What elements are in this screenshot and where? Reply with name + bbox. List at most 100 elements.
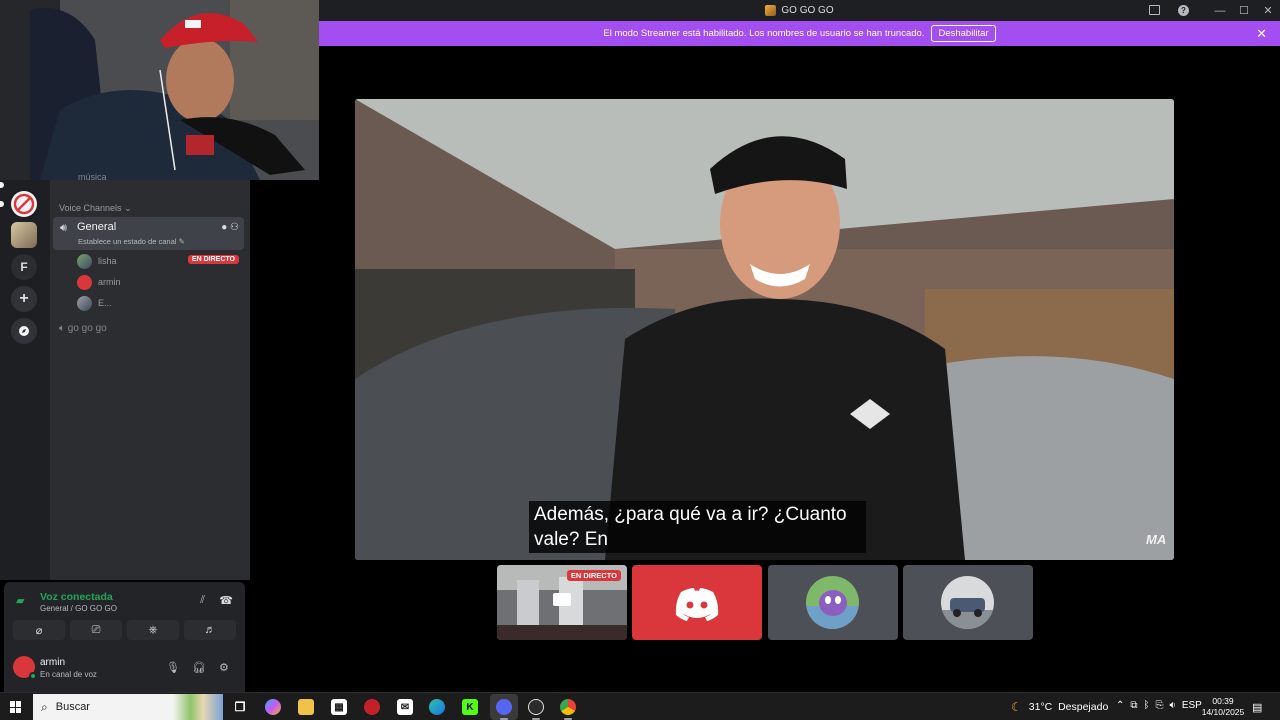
subtitle-caption: Además, ¿para qué va a ir? ¿Cuanto vale?… — [529, 501, 866, 553]
user-status: En canal de voz — [40, 670, 97, 679]
live-badge: EN DIRECTO — [566, 570, 621, 581]
blocked-icon — [13, 193, 35, 215]
banner-text: El modo Streamer está habilitado. Los no… — [603, 28, 925, 39]
help-icon[interactable]: ? — [1178, 5, 1189, 16]
disable-streamer-mode-button[interactable]: Deshabilitar — [931, 25, 996, 42]
system-tray: ⌃ ⧉ ᛒ ⎘ 🔉︎ ESP — [1116, 700, 1202, 711]
language-indicator[interactable]: ESP — [1182, 700, 1202, 711]
signal-icon[interactable]: ▰ — [16, 594, 24, 607]
stream-video-frame — [355, 99, 1174, 560]
noise-suppression-icon[interactable]: ⫽ — [200, 594, 205, 607]
network-icon[interactable]: ⎘ — [1156, 700, 1164, 711]
server-icon-image[interactable] — [11, 222, 37, 248]
security-app-icon[interactable] — [364, 699, 380, 715]
weather-temp: 31°C — [1028, 701, 1053, 713]
member-name: E... — [98, 298, 112, 308]
voice-channel-path[interactable]: General / GO GO GO — [40, 604, 117, 613]
voice-member[interactable]: armin — [77, 274, 243, 290]
discord-app-screen: GO GO GO ? — ☐ ✕ El modo Streamer está h… — [0, 0, 1280, 720]
voice-connection-panel: ▰ Voz conectada General / GO GO GO ⫽ ☎ ⌀… — [4, 582, 245, 646]
headphones-icon[interactable]: 🎧︎ — [192, 661, 206, 674]
participant-tile-armin[interactable] — [632, 565, 762, 640]
avatar — [806, 576, 859, 629]
share-screen-button[interactable]: ⎚ — [70, 620, 122, 640]
close-icon[interactable]: ✕ — [1256, 26, 1267, 42]
task-view-icon[interactable]: ❐ — [232, 699, 248, 715]
clock-date: 14/10/2025 — [1201, 707, 1245, 717]
online-status-dot — [29, 672, 37, 680]
participant-tile-stream[interactable]: EN DIRECTO — [497, 565, 627, 640]
soundboard-button[interactable]: ♬ — [184, 620, 236, 640]
server-indicator — [0, 182, 4, 188]
camera-off-button[interactable]: ⌀ — [13, 620, 65, 640]
server-rail: F + — [0, 180, 50, 580]
add-server-icon[interactable]: + — [11, 286, 37, 312]
minimize-button[interactable]: — — [1208, 5, 1232, 17]
avatar — [77, 274, 92, 290]
taskbar-search-box[interactable]: ⌕ Buscar — [33, 694, 223, 720]
server-icon-letter[interactable]: F — [11, 254, 37, 280]
participant-tile-e[interactable] — [903, 565, 1033, 640]
close-window-button[interactable]: ✕ — [1256, 4, 1280, 17]
settings-gear-icon[interactable]: ⚙ — [219, 661, 229, 674]
username: armin — [40, 657, 66, 668]
voice-channel-go-go-go[interactable]: 🔈︎ go go go — [59, 323, 107, 334]
edge-browser-icon[interactable] — [429, 699, 445, 715]
clock[interactable]: 00:39 14/10/2025 — [1200, 696, 1246, 718]
maximize-button[interactable]: ☐ — [1232, 4, 1256, 17]
discover-icon[interactable] — [11, 318, 37, 344]
avatar — [77, 295, 92, 311]
search-icon: ⌕ — [41, 699, 48, 714]
volume-icon[interactable]: 🔉︎ — [1170, 700, 1176, 711]
server-icon — [765, 5, 777, 16]
server-icon-blocked[interactable] — [11, 191, 37, 217]
kick-app-icon[interactable]: K — [462, 699, 478, 715]
voice-channel-general[interactable]: 🔊︎ General Establece un estado de canal … — [53, 217, 244, 250]
copilot-icon[interactable] — [265, 699, 281, 715]
microphone-icon[interactable]: 🎙︎ — [166, 661, 180, 674]
streamer-mode-banner: El modo Streamer está habilitado. Los no… — [319, 21, 1280, 46]
voice-channel-name: General — [77, 221, 117, 233]
member-name: armin — [98, 277, 121, 287]
tray-app-icon[interactable]: ⧉ — [1130, 700, 1137, 711]
mail-icon[interactable]: ✉ — [397, 699, 413, 715]
category-label: Voice Channels — [59, 203, 122, 213]
disconnect-icon[interactable]: ☎ — [219, 594, 233, 607]
notification-center-icon[interactable]: ▤ — [1252, 701, 1262, 714]
window-title-bar: GO GO GO ? — ☐ ✕ — [319, 0, 1280, 21]
avatar-image — [806, 576, 859, 629]
weather-widget[interactable]: ☾ 31°C Despejado — [1011, 700, 1108, 714]
participant-tile-lisha[interactable] — [768, 565, 898, 640]
screen-share-icon[interactable] — [1149, 5, 1160, 15]
voice-connected-title: Voz conectada — [40, 591, 113, 603]
bluetooth-icon[interactable]: ᛒ — [1144, 700, 1150, 711]
invite-user-icon[interactable]: ⚇ — [230, 222, 239, 233]
activities-button[interactable]: ⎈ — [127, 620, 179, 640]
channel-sidebar: música Voice Channels ⌄ 🔊︎ General Estab… — [50, 172, 250, 580]
avatar-image — [941, 576, 994, 629]
moon-icon: ☾ — [1011, 700, 1022, 714]
windows-start-icon[interactable] — [10, 701, 22, 713]
file-explorer-icon[interactable] — [298, 699, 314, 715]
search-placeholder: Buscar — [55, 701, 90, 713]
compass-icon — [19, 326, 29, 336]
avatar — [77, 253, 92, 269]
channel-status-prompt[interactable]: Establece un estado de canal ✎ — [78, 237, 185, 246]
clock-time: 00:39 — [1212, 696, 1234, 706]
obs-icon[interactable] — [528, 699, 544, 715]
channel-item-musica[interactable]: música — [78, 172, 107, 182]
voice-category-header[interactable]: Voice Channels ⌄ — [59, 203, 132, 214]
chevron-up-icon[interactable]: ⌃ — [1116, 700, 1124, 711]
discord-taskbar-icon[interactable] — [496, 699, 512, 715]
chat-bubble-icon[interactable]: ● — [221, 222, 227, 233]
stream-video[interactable] — [355, 99, 1174, 560]
microsoft-store-icon[interactable]: ▦ — [331, 699, 347, 715]
member-name: lisha — [98, 256, 117, 266]
discord-logo-icon — [675, 588, 719, 621]
voice-member[interactable]: lisha EN DIRECTO — [77, 253, 243, 269]
voice-member[interactable]: E... — [77, 295, 243, 311]
speaker-muted-icon: 🔈︎ — [59, 323, 65, 334]
chevron-down-icon: ⌄ — [124, 203, 132, 213]
chrome-browser-icon[interactable] — [560, 699, 576, 715]
avatar — [941, 576, 994, 629]
